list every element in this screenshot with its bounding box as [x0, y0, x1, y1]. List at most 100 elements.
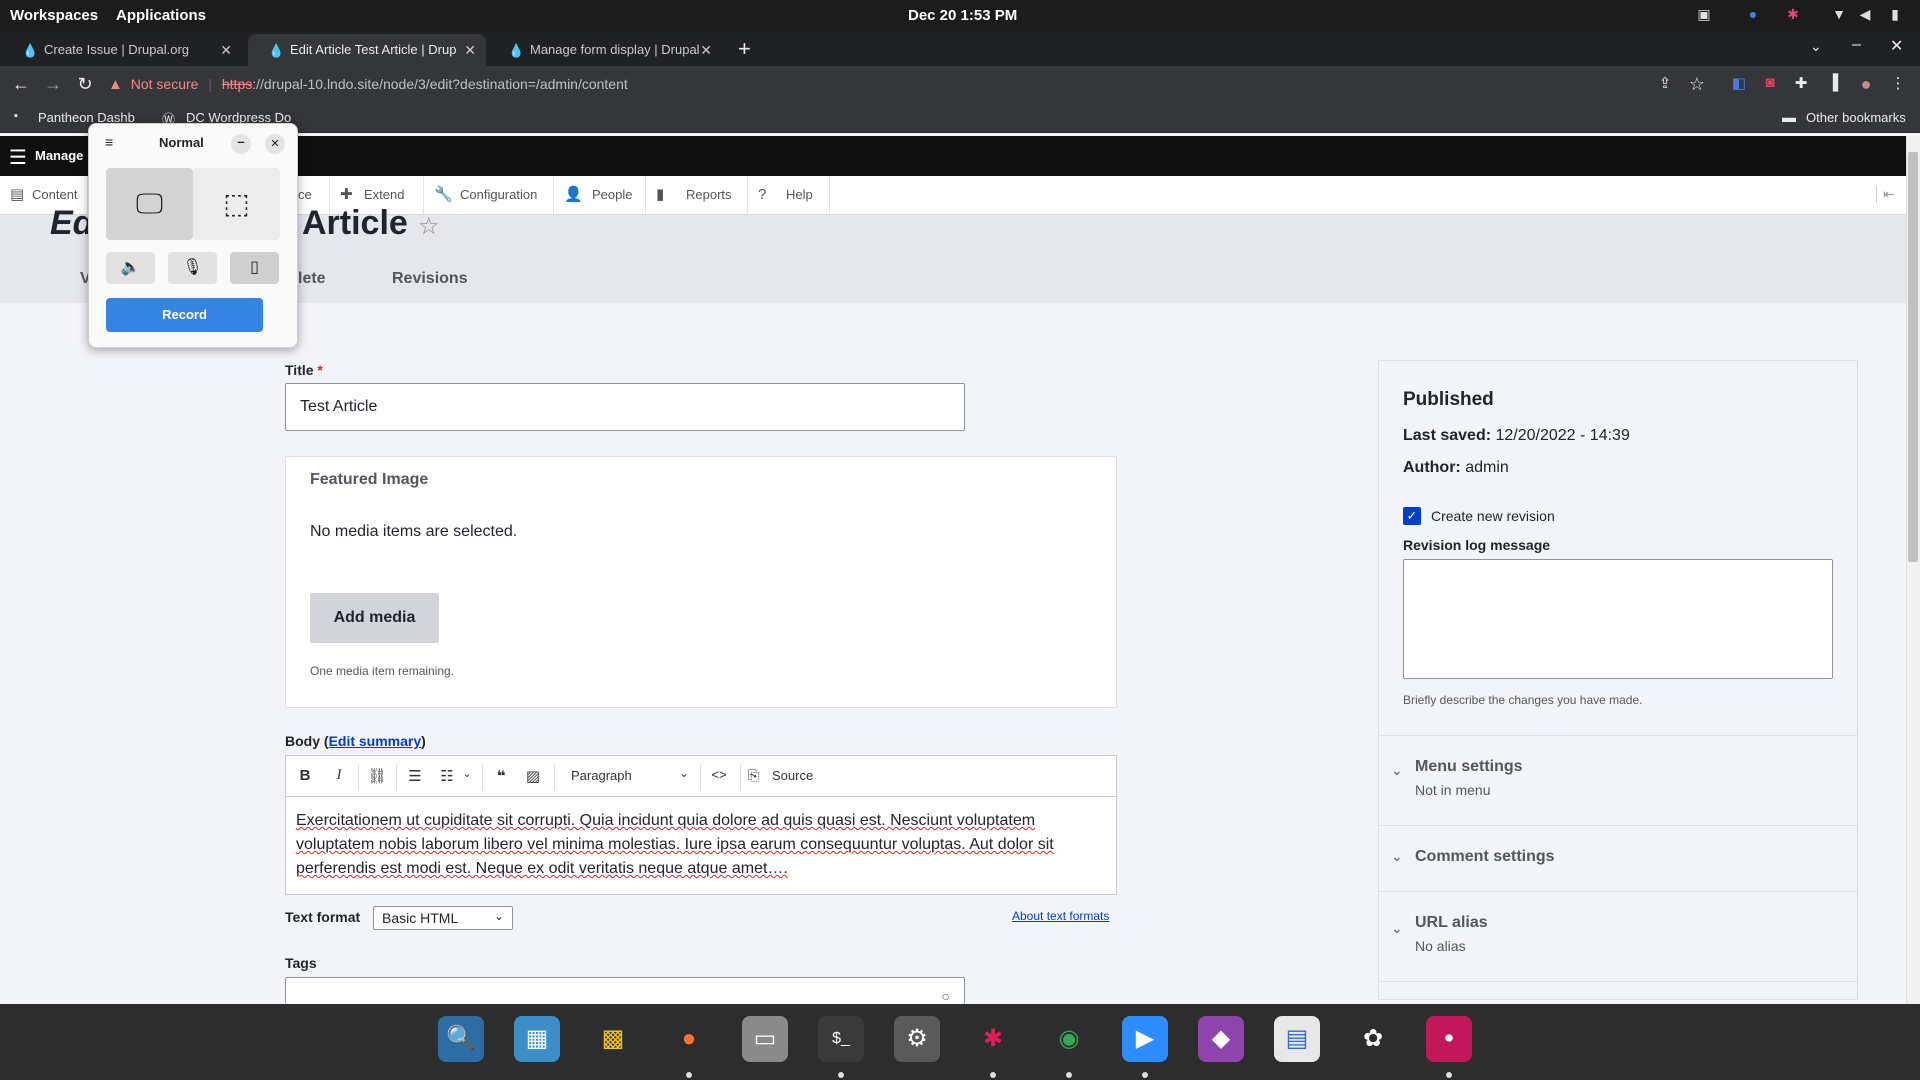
source-button[interactable]: Source: [772, 768, 813, 783]
tab-create-issue[interactable]: 💧 Create Issue | Drupal.org ✕: [2, 34, 242, 66]
create-revision-label[interactable]: Create new revision: [1431, 508, 1555, 524]
mouse-pointer-icon[interactable]: ▯: [230, 252, 279, 284]
microphone-muted-icon[interactable]: 🎙: [168, 252, 217, 284]
bold-icon[interactable]: B: [294, 767, 316, 784]
running-indicator: [838, 1072, 844, 1078]
hamburger-icon[interactable]: ☰: [9, 145, 27, 170]
list-options-icon[interactable]: ⌄: [456, 767, 478, 780]
network-app-icon[interactable]: ✿: [1350, 1016, 1396, 1062]
applications-menu[interactable]: Applications: [116, 7, 206, 24]
authoring-info-section[interactable]: [1379, 981, 1857, 1001]
bookmark-star-icon[interactable]: ☆: [1687, 74, 1707, 95]
image-icon[interactable]: ▨: [522, 767, 544, 785]
source-icon[interactable]: ⎘: [748, 767, 759, 784]
close-tab-icon[interactable]: ✕: [700, 42, 712, 59]
close-tab-icon[interactable]: ✕: [464, 42, 476, 59]
minimize-window-icon[interactable]: –: [1852, 36, 1861, 54]
code-icon[interactable]: <>: [708, 767, 730, 782]
manage-toggle[interactable]: Manage: [35, 148, 83, 163]
files-board-icon[interactable]: ▦: [514, 1016, 560, 1062]
security-status[interactable]: Not secure: [131, 76, 199, 92]
pocket-icon[interactable]: ◙: [1760, 74, 1780, 91]
vpn-icon[interactable]: ●: [1744, 6, 1762, 24]
zoom-icon[interactable]: ▶: [1122, 1016, 1168, 1062]
extensions-puzzle-icon[interactable]: ✚: [1791, 74, 1811, 92]
terminal-icon[interactable]: $_: [818, 1016, 864, 1062]
comment-settings-section[interactable]: ⌄ Comment settings: [1379, 825, 1857, 891]
paragraph-format-dropdown[interactable]: Paragraph: [571, 768, 632, 783]
menu-people[interactable]: 👤 People: [554, 176, 646, 214]
other-bookmarks[interactable]: Other bookmarks: [1806, 110, 1906, 125]
edit-summary-link[interactable]: Edit summary: [329, 733, 422, 749]
settings-icon[interactable]: ⚙: [894, 1016, 940, 1062]
create-revision-checkbox[interactable]: ✓: [1403, 507, 1421, 525]
extension-icon[interactable]: ◧: [1729, 74, 1749, 92]
tab-edit-article[interactable]: 💧 Edit Article Test Article | Drup ✕: [248, 34, 486, 66]
battery-icon[interactable]: ▮: [1886, 6, 1904, 24]
tab-search-icon[interactable]: ⌄: [1810, 38, 1822, 55]
screen-icon[interactable]: ▣: [1695, 6, 1713, 24]
back-icon[interactable]: ←: [11, 74, 31, 95]
close-window-icon[interactable]: ✕: [1890, 36, 1903, 56]
tray-orientation-icon[interactable]: ⇤: [1876, 186, 1895, 203]
menu-settings-section[interactable]: ⌄ Menu settings Not in menu: [1379, 735, 1857, 825]
share-icon[interactable]: ⇪: [1655, 74, 1675, 92]
search-app-icon[interactable]: 🔍: [438, 1016, 484, 1062]
tags-input[interactable]: ○: [285, 977, 965, 1004]
menu-configuration[interactable]: 🔧 Configuration: [424, 176, 554, 214]
chevron-down-icon[interactable]: ⌄: [679, 766, 689, 780]
volume-icon[interactable]: ◀: [1856, 6, 1874, 24]
tab-revisions[interactable]: Revisions: [392, 270, 468, 288]
blockquote-icon[interactable]: ❝: [490, 767, 512, 785]
text-format-select[interactable]: Basic HTML ⌄: [373, 906, 513, 930]
close-icon[interactable]: ✕: [265, 134, 285, 154]
minimize-icon[interactable]: –: [231, 134, 251, 154]
menu-icon[interactable]: ≡: [105, 134, 113, 150]
tab-delete[interactable]: lete: [298, 270, 326, 288]
firefox-icon[interactable]: ●: [666, 1016, 712, 1062]
tags-label: Tags: [285, 955, 317, 971]
link-icon[interactable]: ⛓: [366, 767, 388, 785]
title-input[interactable]: Test Article: [285, 383, 965, 431]
tab-manage-form-display[interactable]: 💧 Manage form display | Drupal ✕: [488, 34, 722, 66]
menu-label: Content: [32, 187, 78, 202]
wifi-icon[interactable]: ▼: [1830, 6, 1848, 24]
slack-tray-icon[interactable]: ✱: [1784, 6, 1802, 24]
menu-reports[interactable]: ▮ Reports: [646, 176, 748, 214]
reload-icon[interactable]: ↻: [75, 74, 95, 95]
bulleted-list-icon[interactable]: ☰: [404, 767, 426, 785]
screen-recorder-app-icon[interactable]: ⏺: [1426, 1016, 1472, 1062]
record-area-mode-button[interactable]: ⬚: [193, 168, 280, 240]
about-text-formats-link[interactable]: About text formats: [1012, 909, 1109, 923]
app-grid-icon[interactable]: ▩: [590, 1016, 636, 1062]
screen-recorder-popup: ≡ Normal – ✕ 🖵 ⬚ 🔈 🎙 ▯ Record: [88, 123, 298, 348]
record-button[interactable]: Record: [106, 298, 263, 332]
menu-help[interactable]: ? Help: [748, 176, 830, 214]
new-tab-icon[interactable]: +: [738, 36, 751, 62]
content-icon: ▤: [10, 186, 25, 203]
side-panel-icon[interactable]: ▐: [1823, 74, 1843, 91]
slack-icon[interactable]: ✱: [970, 1016, 1016, 1062]
tangram-icon[interactable]: ◆: [1198, 1016, 1244, 1062]
address-bar[interactable]: ▲ Not secure | https://drupal-10.lndo.si…: [108, 68, 1708, 101]
italic-icon[interactable]: I: [328, 767, 350, 784]
add-media-button[interactable]: Add media: [310, 593, 439, 643]
profile-avatar[interactable]: ●: [1856, 74, 1876, 95]
scrollbar-thumb[interactable]: [1908, 152, 1918, 562]
close-tab-icon[interactable]: ✕: [220, 42, 232, 59]
menu-label: Extend: [364, 187, 405, 202]
revision-log-textarea[interactable]: [1403, 559, 1833, 679]
calendar-icon[interactable]: ▤: [1274, 1016, 1320, 1062]
numbered-list-icon[interactable]: ☷: [436, 767, 458, 785]
workspaces-menu[interactable]: Workspaces: [10, 7, 98, 24]
url-alias-section[interactable]: ⌄ URL alias No alias: [1379, 891, 1857, 981]
chrome-icon[interactable]: ◉: [1046, 1016, 1092, 1062]
forward-icon[interactable]: →: [43, 74, 63, 95]
clock[interactable]: Dec 20 1:53 PM: [908, 7, 1017, 24]
body-editor[interactable]: Exercitationem ut cupiditate sit corrupt…: [285, 797, 1117, 895]
record-screen-mode-button[interactable]: 🖵: [106, 168, 193, 240]
shortcut-star-icon[interactable]: ☆: [418, 212, 440, 241]
file-manager-icon[interactable]: ▭: [742, 1016, 788, 1062]
speaker-icon[interactable]: 🔈: [106, 252, 155, 284]
kebab-menu-icon[interactable]: ⋮: [1888, 74, 1908, 92]
